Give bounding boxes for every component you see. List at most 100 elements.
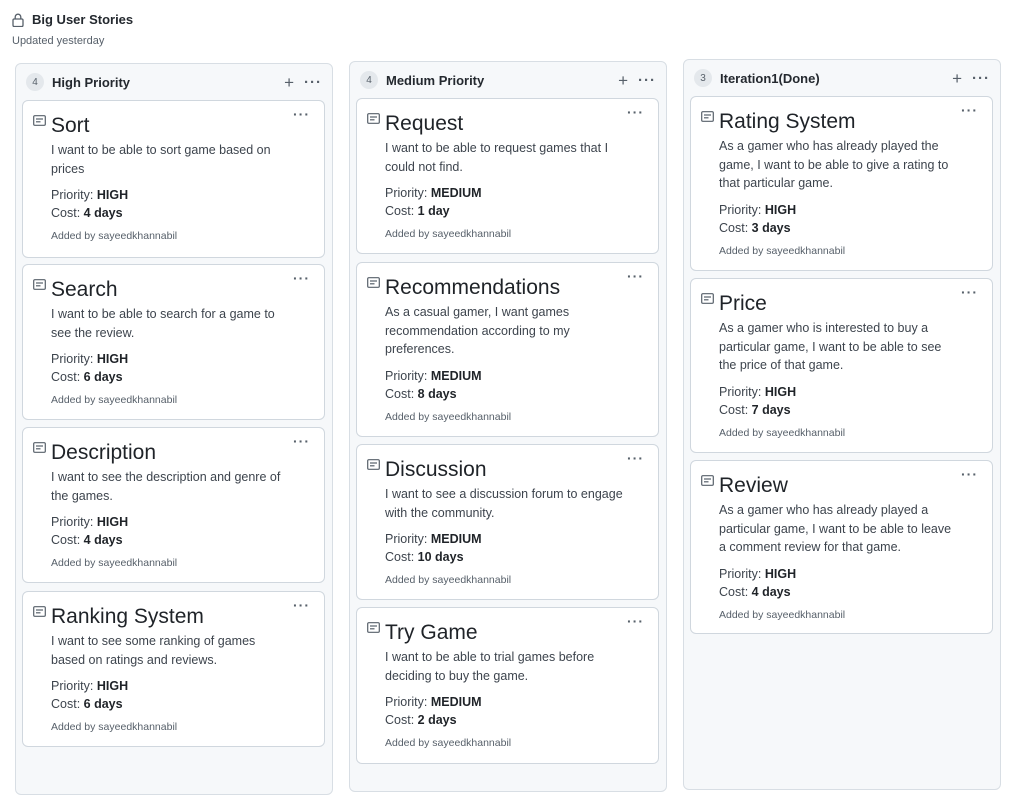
column-name: High Priority — [52, 74, 131, 90]
card-title[interactable]: Try Game — [385, 620, 644, 646]
story-card[interactable]: ··· Ranking System I want to see some ra… — [22, 591, 325, 747]
author-link[interactable]: sayeedkhannabil — [98, 394, 177, 406]
added-by: Added by sayeedkhannabil — [719, 245, 978, 257]
author-link[interactable]: sayeedkhannabil — [432, 228, 511, 240]
card-title[interactable]: Price — [719, 291, 978, 317]
priority-value: HIGH — [764, 202, 797, 217]
cost-label: Cost: — [51, 697, 81, 711]
card-title[interactable]: Recommendations — [385, 275, 644, 301]
added-by-label: Added by — [385, 410, 430, 423]
card-more-icon[interactable]: ··· — [961, 467, 978, 481]
card-more-icon[interactable]: ··· — [627, 105, 644, 119]
note-icon — [33, 442, 46, 453]
added-by-label: Added by — [385, 737, 430, 749]
card-title[interactable]: Discussion — [385, 457, 644, 483]
priority-label: Priority: — [51, 352, 94, 366]
card-more-icon[interactable]: ··· — [293, 271, 310, 285]
card-more-icon[interactable]: ··· — [627, 451, 644, 465]
project-title[interactable]: Big User Stories — [32, 12, 133, 27]
more-dots-icon[interactable]: ··· — [972, 71, 990, 86]
author-link[interactable]: sayeedkhannabil — [98, 721, 177, 733]
author-link[interactable]: sayeedkhannabil — [766, 609, 845, 621]
story-card[interactable]: ··· Discussion I want to see a discussio… — [356, 444, 659, 600]
priority-value: MEDIUM — [430, 368, 482, 383]
priority-label: Priority: — [719, 202, 762, 217]
card-meta: Priority: HIGH Cost: 4 days — [51, 186, 310, 222]
card-more-icon[interactable]: ··· — [293, 107, 310, 121]
priority-line: Priority: HIGH — [51, 350, 310, 368]
card-more-icon[interactable]: ··· — [293, 434, 310, 448]
priority-line: Priority: HIGH — [51, 513, 310, 531]
card-title[interactable]: Review — [719, 473, 978, 499]
card-more-icon[interactable]: ··· — [627, 269, 644, 283]
priority-line: Priority: HIGH — [719, 565, 978, 583]
author-link[interactable]: sayeedkhannabil — [432, 411, 511, 423]
added-by-label: Added by — [719, 608, 764, 621]
author-link[interactable]: sayeedkhannabil — [766, 245, 845, 257]
plus-icon[interactable]: + — [618, 72, 628, 89]
priority-label: Priority: — [51, 679, 94, 693]
priority-value: HIGH — [96, 188, 129, 202]
card-title[interactable]: Sort — [51, 113, 310, 139]
card-title[interactable]: Search — [51, 277, 310, 303]
more-dots-icon[interactable]: ··· — [304, 75, 322, 90]
more-dots-icon[interactable]: ··· — [638, 73, 656, 88]
cost-label: Cost: — [719, 584, 749, 599]
priority-line: Priority: HIGH — [719, 383, 978, 401]
cost-value: 6 days — [83, 370, 123, 384]
card-more-icon[interactable]: ··· — [293, 598, 310, 612]
story-card[interactable]: ··· Search I want to be able to search f… — [22, 264, 325, 420]
column-count-badge: 4 — [26, 73, 44, 91]
card-more-icon[interactable]: ··· — [961, 103, 978, 117]
card-more-icon[interactable]: ··· — [627, 614, 644, 628]
story-card[interactable]: ··· Recommendations As a casual gamer, I… — [356, 262, 659, 437]
card-title[interactable]: Rating System — [719, 109, 978, 135]
card-meta: Priority: HIGH Cost: 7 days — [719, 383, 978, 419]
note-icon — [701, 293, 714, 304]
story-card[interactable]: ··· Price As a gamer who is interested t… — [690, 278, 993, 453]
card-meta: Priority: MEDIUM Cost: 2 days — [385, 693, 644, 729]
priority-value: MEDIUM — [430, 695, 482, 709]
story-card[interactable]: ··· Review As a gamer who has already pl… — [690, 460, 993, 634]
card-meta: Priority: MEDIUM Cost: 8 days — [385, 367, 644, 403]
card-meta: Priority: HIGH Cost: 4 days — [51, 513, 310, 549]
added-by: Added by sayeedkhannabil — [719, 427, 978, 439]
priority-line: Priority: MEDIUM — [385, 530, 644, 548]
story-card[interactable]: ··· Request I want to be able to request… — [356, 98, 659, 254]
plus-icon[interactable]: + — [284, 74, 294, 91]
column-count-badge: 4 — [360, 71, 378, 89]
cost-line: Cost: 6 days — [51, 368, 310, 386]
author-link[interactable]: sayeedkhannabil — [432, 737, 511, 749]
plus-icon[interactable]: + — [952, 70, 962, 87]
card-description: I want to be able to search for a game t… — [51, 307, 275, 340]
project-header: Big User Stories Updated yesterday — [12, 12, 133, 47]
priority-line: Priority: HIGH — [719, 201, 978, 219]
card-meta: Priority: HIGH Cost: 3 days — [719, 201, 978, 237]
story-card[interactable]: ··· Description I want to see the descri… — [22, 427, 325, 583]
author-link[interactable]: sayeedkhannabil — [432, 574, 511, 586]
author-link[interactable]: sayeedkhannabil — [98, 230, 177, 242]
priority-label: Priority: — [51, 515, 94, 529]
story-card[interactable]: ··· Sort I want to be able to sort game … — [22, 100, 325, 258]
cost-value: 4 days — [751, 584, 791, 599]
card-title[interactable]: Request — [385, 111, 644, 137]
author-link[interactable]: sayeedkhannabil — [766, 427, 845, 439]
priority-line: Priority: HIGH — [51, 186, 310, 204]
priority-line: Priority: MEDIUM — [385, 367, 644, 385]
card-title[interactable]: Description — [51, 440, 310, 466]
added-by-label: Added by — [719, 244, 764, 257]
cost-line: Cost: 8 days — [385, 385, 644, 403]
story-card[interactable]: ··· Try Game I want to be able to trial … — [356, 607, 659, 764]
added-by-label: Added by — [719, 426, 764, 439]
story-card[interactable]: ··· Rating System As a gamer who has alr… — [690, 96, 993, 271]
added-by: Added by sayeedkhannabil — [51, 721, 310, 733]
added-by-label: Added by — [51, 721, 96, 733]
card-meta: Priority: MEDIUM Cost: 10 days — [385, 530, 644, 566]
author-link[interactable]: sayeedkhannabil — [98, 557, 177, 569]
project-title-row: Big User Stories — [12, 12, 133, 27]
column-name: Iteration1(Done) — [720, 70, 820, 86]
priority-line: Priority: MEDIUM — [385, 693, 644, 711]
card-title[interactable]: Ranking System — [51, 604, 310, 630]
priority-value: MEDIUM — [430, 532, 482, 546]
card-more-icon[interactable]: ··· — [961, 285, 978, 299]
